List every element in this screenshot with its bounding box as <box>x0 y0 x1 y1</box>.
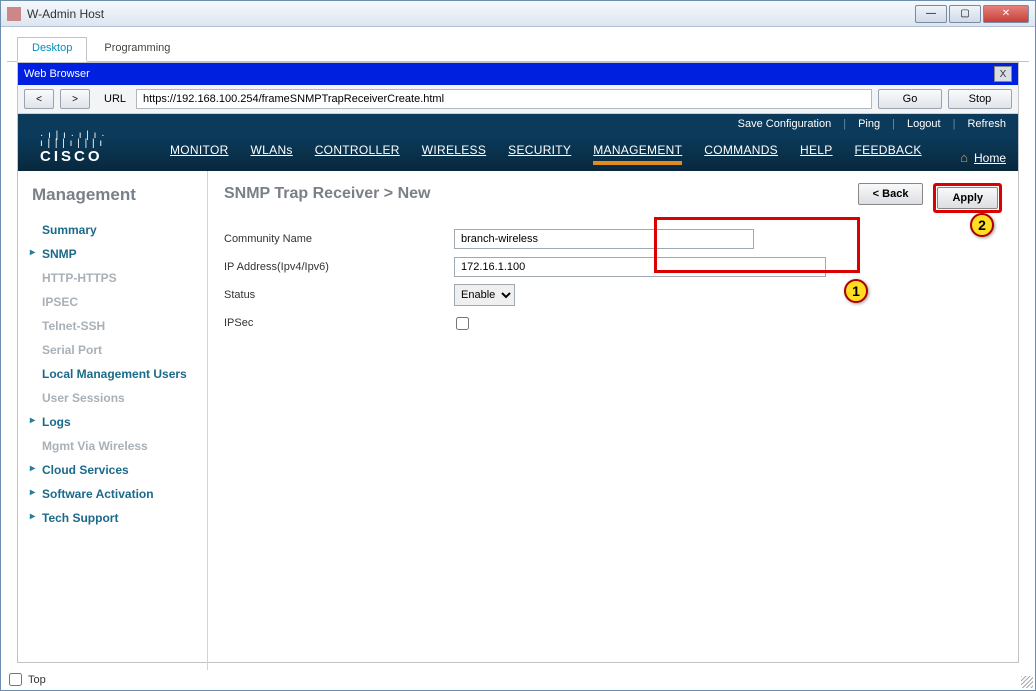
nav-back-button[interactable]: < <box>24 89 54 109</box>
url-input[interactable] <box>136 89 872 109</box>
callout-2: 2 <box>970 213 994 237</box>
nav-management[interactable]: MANAGEMENT <box>593 143 682 165</box>
main-content: SNMP Trap Receiver > New < Back Apply Co… <box>208 171 1018 670</box>
browser-titlebar: Web Browser X <box>18 63 1018 85</box>
sidebar-item-summary[interactable]: Summary <box>32 219 199 243</box>
page-body: Management SummarySNMPHTTP-HTTPSIPSECTel… <box>18 171 1018 670</box>
label-top: Top <box>28 674 46 686</box>
sidebar-item-user-sessions: User Sessions <box>32 387 199 411</box>
input-community-name[interactable] <box>454 229 754 249</box>
browser-panel: Web Browser X < > URL Go Stop Save Confi… <box>17 62 1019 663</box>
sidebar-item-http-https: HTTP-HTTPS <box>32 267 199 291</box>
close-button[interactable]: ✕ <box>983 5 1029 23</box>
home-icon: ⌂ <box>960 150 968 165</box>
nav-help[interactable]: HELP <box>800 143 833 165</box>
browser-close-button[interactable]: X <box>994 66 1012 82</box>
checkbox-top[interactable] <box>9 673 22 686</box>
nav-wlans[interactable]: WLANs <box>251 143 293 165</box>
window-title: W-Admin Host <box>27 7 915 21</box>
link-ping[interactable]: Ping <box>858 118 880 130</box>
nav-commands[interactable]: COMMANDS <box>704 143 778 165</box>
checkbox-ipsec[interactable] <box>456 317 469 330</box>
bottom-bar: Top <box>9 673 46 686</box>
label-ip-address: IP Address(Ipv4/Ipv6) <box>224 261 454 273</box>
sidebar-item-telnet-ssh: Telnet-SSH <box>32 315 199 339</box>
sidebar-item-logs[interactable]: Logs <box>32 411 199 435</box>
app-window: W-Admin Host — ▢ ✕ Desktop Programming W… <box>0 0 1036 691</box>
nav-wireless[interactable]: WIRELESS <box>422 143 486 165</box>
cisco-logo: · ı | ı · ı | ı ·ı | | | ı | | | ı CISCO <box>30 130 170 171</box>
cisco-header: Save Configuration | Ping | Logout | Ref… <box>18 114 1018 171</box>
sidebar-item-cloud-services[interactable]: Cloud Services <box>32 459 199 483</box>
tab-desktop[interactable]: Desktop <box>17 37 87 62</box>
nav-forward-button[interactable]: > <box>60 89 90 109</box>
label-ipsec: IPSec <box>224 317 454 329</box>
sidebar-item-snmp[interactable]: SNMP <box>32 243 199 267</box>
label-community-name: Community Name <box>224 233 454 245</box>
sidebar-item-ipsec: IPSEC <box>32 291 199 315</box>
nav-home[interactable]: Home <box>974 151 1006 165</box>
sidebar-item-local-management-users[interactable]: Local Management Users <box>32 363 199 387</box>
url-row: < > URL Go Stop <box>18 85 1018 114</box>
titlebar: W-Admin Host — ▢ ✕ <box>1 1 1035 27</box>
sidebar-item-tech-support[interactable]: Tech Support <box>32 507 199 531</box>
tab-programming[interactable]: Programming <box>89 37 185 61</box>
callout-1: 1 <box>844 279 868 303</box>
resize-grip[interactable] <box>1021 676 1033 688</box>
link-save-configuration[interactable]: Save Configuration <box>738 118 832 130</box>
link-refresh[interactable]: Refresh <box>967 118 1006 130</box>
maximize-button[interactable]: ▢ <box>949 5 981 23</box>
sidebar-heading: Management <box>32 185 199 205</box>
label-status: Status <box>224 289 454 301</box>
browser-title: Web Browser <box>24 68 90 80</box>
main-nav: MONITOR WLANs CONTROLLER WIRELESS SECURI… <box>170 143 960 171</box>
nav-feedback[interactable]: FEEDBACK <box>855 143 922 165</box>
go-button[interactable]: Go <box>878 89 942 109</box>
url-label: URL <box>104 93 126 105</box>
app-favicon <box>7 7 21 21</box>
sidebar-item-mgmt-via-wireless: Mgmt Via Wireless <box>32 435 199 459</box>
sidebar-item-serial-port: Serial Port <box>32 339 199 363</box>
minimize-button[interactable]: — <box>915 5 947 23</box>
back-button[interactable]: < Back <box>858 183 924 205</box>
nav-controller[interactable]: CONTROLLER <box>315 143 400 165</box>
nav-security[interactable]: SECURITY <box>508 143 571 165</box>
apply-button[interactable]: Apply <box>937 187 998 209</box>
sidebar-item-software-activation[interactable]: Software Activation <box>32 483 199 507</box>
stop-button[interactable]: Stop <box>948 89 1012 109</box>
apply-highlight: Apply <box>933 183 1002 213</box>
link-logout[interactable]: Logout <box>907 118 941 130</box>
top-tabs: Desktop Programming <box>7 33 1029 62</box>
sidebar: Management SummarySNMPHTTP-HTTPSIPSECTel… <box>18 171 208 670</box>
select-status[interactable]: Enable <box>454 284 515 306</box>
input-ip-address[interactable] <box>454 257 826 277</box>
nav-monitor[interactable]: MONITOR <box>170 143 229 165</box>
